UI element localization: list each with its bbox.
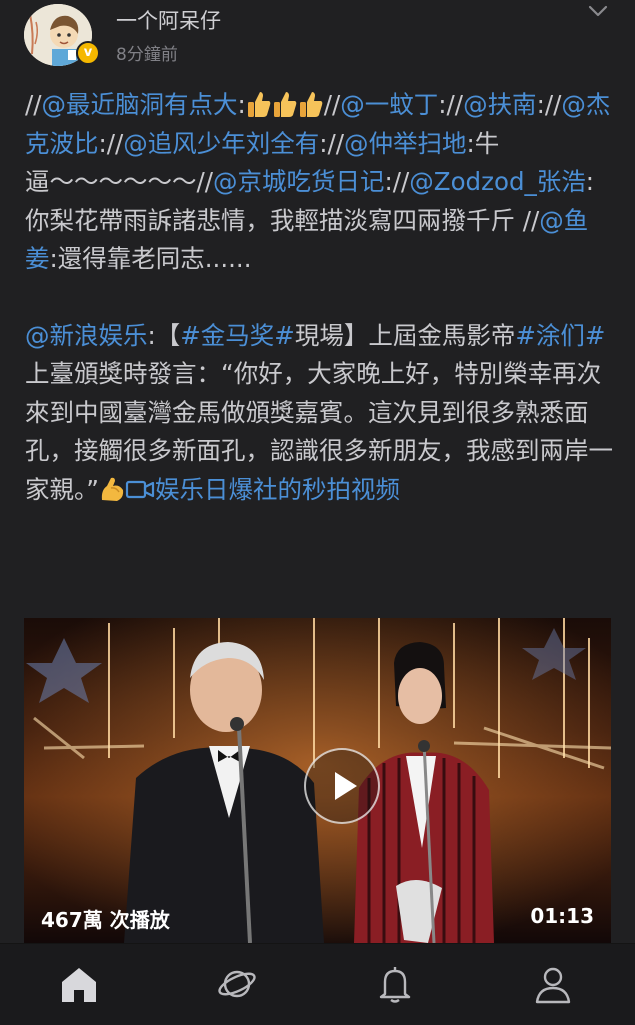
planet-icon bbox=[218, 970, 256, 998]
post-text: : bbox=[237, 90, 246, 119]
post-text: :// bbox=[438, 90, 464, 119]
post-text: :// bbox=[384, 167, 410, 196]
original-post-text: @新浪娱乐:【#金马奖#現場】上屆金馬影帝#涂们#上臺頒獎時發言：“你好，大家晚… bbox=[25, 317, 615, 510]
play-button[interactable] bbox=[304, 748, 380, 824]
post-text: // bbox=[196, 167, 214, 196]
mention-link[interactable]: @一蚊丁 bbox=[340, 90, 438, 119]
post-text: // bbox=[323, 90, 341, 119]
post-text: :// bbox=[536, 90, 562, 119]
post-body: //@最近脑洞有点大://@一蚊丁://@扶南://@杰克波比://@追风少年刘… bbox=[25, 86, 615, 509]
username[interactable]: 一个阿呆仔 bbox=[116, 5, 221, 35]
post-text: :【 bbox=[147, 320, 181, 350]
thumbs-up-emoji bbox=[273, 92, 297, 117]
video-duration: 01:13 bbox=[530, 904, 594, 928]
profile-icon bbox=[535, 967, 571, 1004]
view-count: 467萬 次播放 bbox=[41, 908, 170, 932]
mention-link[interactable]: @新浪娱乐 bbox=[25, 321, 148, 350]
post-text: 現場】上屆金馬影帝 bbox=[294, 320, 516, 350]
home-icon bbox=[62, 968, 96, 1002]
bottom-tab-bar bbox=[0, 943, 635, 1025]
verified-badge: v bbox=[76, 41, 100, 65]
video-player[interactable]: 467萬 次播放 01:13 bbox=[24, 618, 611, 943]
post-text: :還得靠老同志...... bbox=[49, 244, 252, 273]
thumbs-up-emoji bbox=[247, 92, 271, 117]
post-header: v 一个阿呆仔 8分鐘前 bbox=[0, 0, 635, 80]
mention-link[interactable]: @追风少年刘全有 bbox=[123, 129, 319, 158]
video-link[interactable]: 娱乐日爆社的秒拍视频 bbox=[155, 475, 400, 504]
mention-link[interactable]: @仲举扫地 bbox=[344, 129, 467, 158]
post-time: 8分鐘前 bbox=[116, 45, 178, 65]
post-text: // bbox=[25, 90, 42, 119]
repost-chain-text: //@最近脑洞有点大://@一蚊丁://@扶南://@杰克波比://@追风少年刘… bbox=[25, 86, 615, 279]
tab-notifications[interactable] bbox=[316, 944, 474, 1025]
hashtag-link[interactable]: #金马奖# bbox=[180, 321, 295, 350]
thumbs-up-emoji bbox=[299, 92, 323, 117]
tab-discover[interactable] bbox=[158, 944, 316, 1025]
tab-home[interactable] bbox=[0, 944, 158, 1025]
post-text: // bbox=[515, 205, 540, 235]
flexed-biceps-emoji bbox=[101, 477, 124, 501]
post-text: :// bbox=[98, 128, 124, 158]
mention-link[interactable]: @最近脑洞有点大 bbox=[42, 90, 238, 119]
chevron-down-icon[interactable] bbox=[585, 2, 611, 22]
mention-link[interactable]: @Zodzod_张浩 bbox=[409, 167, 585, 196]
mention-link[interactable]: @京城吃货日记 bbox=[213, 167, 385, 196]
post-text: :// bbox=[319, 128, 345, 158]
mention-link[interactable]: @扶南 bbox=[463, 90, 537, 119]
video-camera-icon[interactable] bbox=[125, 474, 155, 504]
bell-icon bbox=[379, 967, 411, 1003]
tab-profile[interactable] bbox=[474, 944, 632, 1025]
hashtag-link[interactable]: #涂们# bbox=[515, 321, 605, 350]
